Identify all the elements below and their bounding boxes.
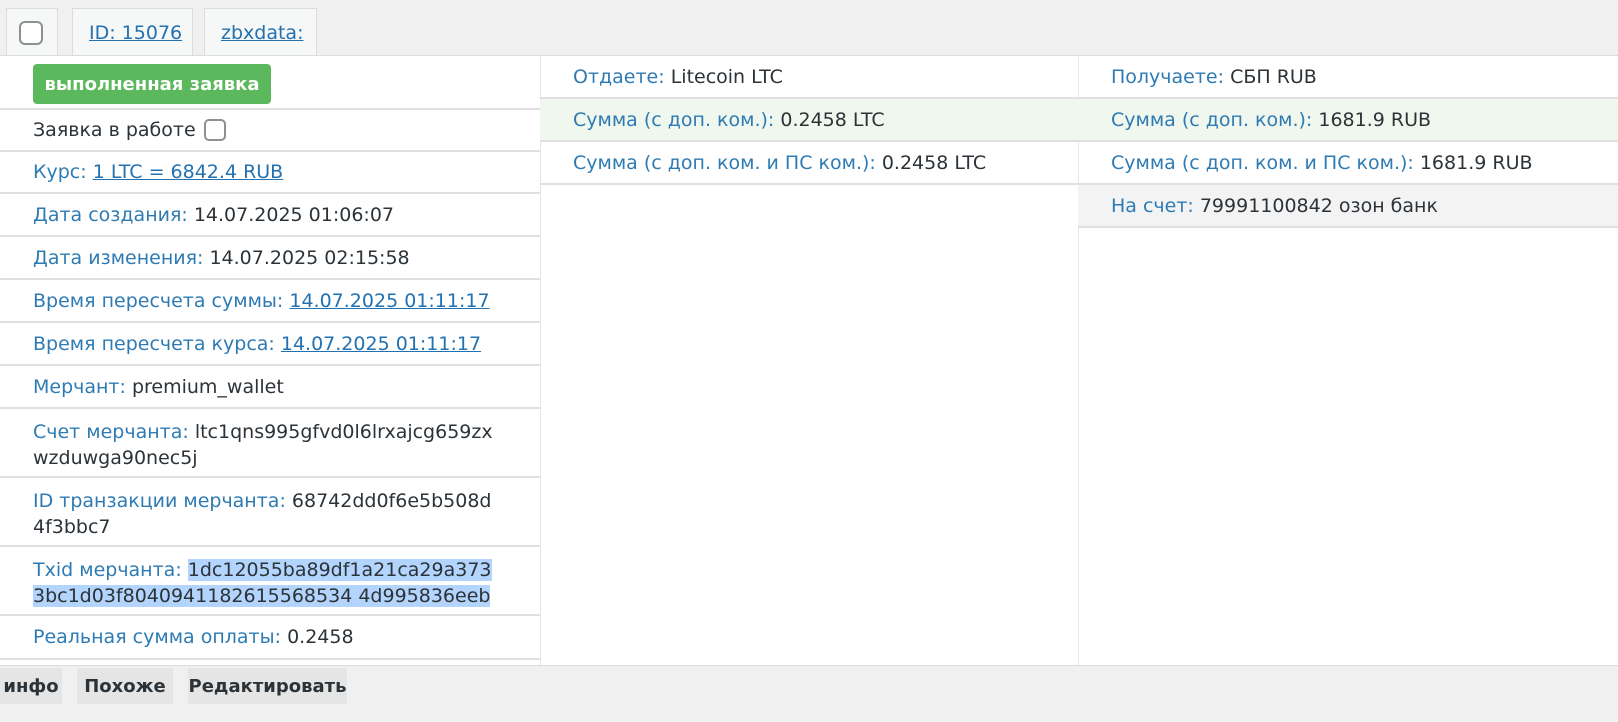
- get-sum-fee-ps-value: 1681.9 RUB: [1419, 151, 1533, 174]
- account-label: На счет:: [1111, 194, 1200, 217]
- merchant-account-row: Счет мерчанта: ltc1qns995gfvd0l6lrxajcg6…: [0, 409, 540, 478]
- give-sum-fee-label: Сумма (с доп. ком.):: [573, 108, 781, 131]
- real-sum-label: Реальная сумма оплаты:: [33, 626, 288, 648]
- merchant-label: Мерчант:: [33, 375, 132, 398]
- zbxdata-link[interactable]: zbxdata:: [221, 22, 303, 44]
- rate-row: Курс: 1 LTC = 6842.4 RUB: [0, 152, 540, 194]
- status-button[interactable]: выполненная заявка: [33, 64, 271, 104]
- account-value: 79991100842 озон банк: [1199, 194, 1438, 217]
- give-row: Отдаете: Litecoin LTC: [540, 56, 1078, 99]
- merchant-txid-row: Txid мерчанта: 1dc12055ba89df1a21ca29a37…: [0, 547, 540, 616]
- merchant-row: Мерчант: premium_wallet: [0, 366, 540, 409]
- real-sum-value: 0.2458: [287, 626, 354, 648]
- give-column: Отдаете: Litecoin LTC Сумма (с доп. ком.…: [540, 56, 1079, 665]
- get-sum-fee-row: Сумма (с доп. ком.): 1681.9 RUB: [1078, 99, 1618, 142]
- merchant-value: premium_wallet: [131, 375, 284, 398]
- rate-recalc-label: Время пересчета курса:: [33, 332, 281, 355]
- merchant-txid-text: Txid мерчанта: 1dc12055ba89df1a21ca29a37…: [33, 557, 503, 609]
- give-sum-fee-ps-value: 0.2458 LTC: [881, 151, 987, 174]
- give-value: Litecoin LTC: [670, 65, 783, 88]
- order-info-column: выполненная заявка Заявка в работе Курс:…: [0, 56, 541, 665]
- similar-button[interactable]: Похоже: [77, 668, 173, 704]
- account-row: На счет: 79991100842 озон банк: [1078, 185, 1618, 228]
- rate-recalc-row: Время пересчета курса: 14.07.2025 01:11:…: [0, 323, 540, 366]
- get-value: СБП RUB: [1230, 65, 1317, 88]
- tab-id[interactable]: ID: 15076: [72, 8, 193, 55]
- info-button[interactable]: инфо: [0, 668, 62, 704]
- rate-recalc-link[interactable]: 14.07.2025 01:11:17: [281, 333, 481, 355]
- rate-link[interactable]: 1 LTC = 6842.4 RUB: [93, 161, 284, 183]
- select-tab: [6, 8, 58, 55]
- modified-value: 14.07.2025 02:15:58: [209, 246, 410, 269]
- select-checkbox[interactable]: [19, 21, 43, 45]
- get-sum-fee-ps-label: Сумма (с доп. ком. и ПС ком.):: [1111, 151, 1420, 174]
- sum-recalc-row: Время пересчета суммы: 14.07.2025 01:11:…: [0, 280, 540, 323]
- give-label: Отдаете:: [573, 65, 671, 88]
- order-panel: выполненная заявка Заявка в работе Курс:…: [0, 55, 1618, 666]
- created-value: 14.07.2025 01:06:07: [193, 203, 395, 226]
- in-work-row: Заявка в работе: [0, 110, 540, 152]
- give-sum-fee-row: Сумма (с доп. ком.): 0.2458 LTC: [540, 99, 1078, 142]
- get-sum-fee-ps-row: Сумма (с доп. ком. и ПС ком.): 1681.9 RU…: [1078, 142, 1618, 185]
- merchant-account-text: Счет мерчанта: ltc1qns995gfvd0l6lrxajcg6…: [33, 419, 503, 471]
- in-work-checkbox[interactable]: [203, 119, 226, 141]
- merchant-txn-text: ID транзакции мерчанта: 68742dd0f6e5b508…: [33, 488, 503, 540]
- get-sum-fee-value: 1681.9 RUB: [1318, 108, 1432, 131]
- merchant-txid-label: Txid мерчанта:: [33, 559, 188, 581]
- edit-button[interactable]: Редактировать: [188, 668, 347, 704]
- created-label: Дата создания:: [33, 203, 194, 226]
- give-sum-fee-ps-row: Сумма (с доп. ком. и ПС ком.): 0.2458 LT…: [540, 142, 1078, 185]
- created-row: Дата создания: 14.07.2025 01:06:07: [0, 194, 540, 237]
- in-work-label: Заявка в работе: [33, 119, 196, 141]
- merchant-account-label: Счет мерчанта:: [33, 421, 195, 443]
- rate-label: Курс:: [33, 161, 93, 183]
- status-row: выполненная заявка: [0, 56, 540, 110]
- modified-label: Дата изменения:: [33, 246, 210, 269]
- get-column: Получаете: СБП RUB Сумма (с доп. ком.): …: [1078, 56, 1618, 665]
- give-sum-fee-ps-label: Сумма (с доп. ком. и ПС ком.):: [573, 151, 882, 174]
- id-link[interactable]: ID: 15076: [89, 22, 182, 44]
- give-sum-fee-value: 0.2458 LTC: [780, 108, 885, 131]
- get-label: Получаете:: [1111, 65, 1231, 88]
- sum-recalc-link[interactable]: 14.07.2025 01:11:17: [289, 290, 489, 312]
- real-sum-row: Реальная сумма оплаты: 0.2458: [0, 616, 540, 660]
- get-sum-fee-label: Сумма (с доп. ком.):: [1111, 108, 1319, 131]
- get-row: Получаете: СБП RUB: [1078, 56, 1618, 99]
- modified-row: Дата изменения: 14.07.2025 02:15:58: [0, 237, 540, 280]
- sum-recalc-label: Время пересчета суммы:: [33, 289, 290, 312]
- tab-zbxdata[interactable]: zbxdata:: [204, 8, 317, 55]
- merchant-txn-row: ID транзакции мерчанта: 68742dd0f6e5b508…: [0, 478, 540, 547]
- merchant-txn-label: ID транзакции мерчанта:: [33, 490, 292, 512]
